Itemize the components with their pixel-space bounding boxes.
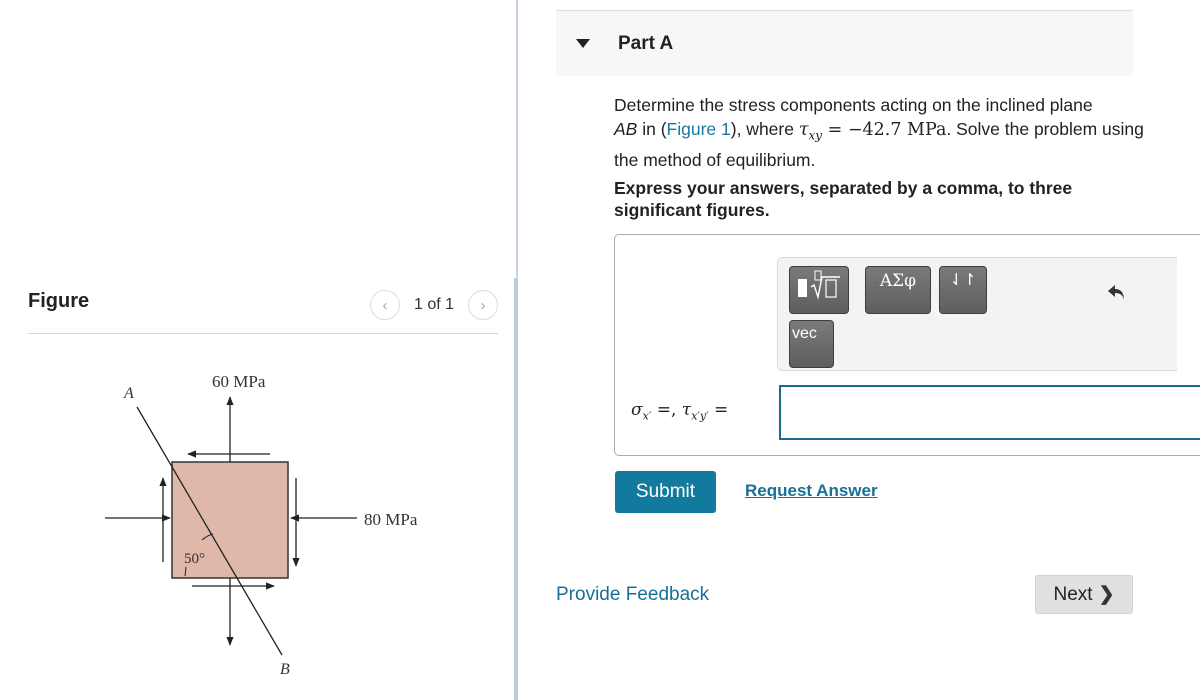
templates-button[interactable] <box>789 266 849 314</box>
stress-element-diagram: A B 60 MPa 80 MPa 50° <box>105 372 418 678</box>
question-fragment: ), where <box>730 119 799 139</box>
tau-subscript: x′y′ <box>691 409 709 423</box>
vertical-stress-label: 60 MPa <box>212 372 266 391</box>
arrows-button[interactable]: ⇃↾ <box>939 266 987 314</box>
tau-symbol: τ <box>798 120 809 140</box>
answer-input[interactable] <box>779 385 1200 440</box>
figure-pager: ‹ 1 of 1 › <box>369 290 498 320</box>
figure-title: Figure <box>28 290 90 312</box>
figure-header: Figure ‹ 1 of 1 › <box>28 288 498 334</box>
request-answer-link[interactable]: Request Answer <box>745 481 878 501</box>
chevron-right-icon: › <box>480 296 486 314</box>
pager-text: 1 of 1 <box>413 296 454 313</box>
chevron-left-icon: ‹ <box>382 296 388 314</box>
angle-label: 50° <box>184 551 205 567</box>
templates-radical-icon <box>798 270 840 300</box>
chevron-right-icon: ❯ <box>1098 584 1115 605</box>
vec-button[interactable]: vec <box>789 320 834 368</box>
label-separator: =, <box>651 400 682 420</box>
next-figure-button[interactable]: › <box>468 290 498 320</box>
sigma-subscript: x′ <box>642 409 652 423</box>
previous-figure-button[interactable]: ‹ <box>369 290 400 320</box>
part-title: Part A <box>618 33 674 54</box>
provide-feedback-link[interactable]: Provide Feedback <box>556 584 709 606</box>
label-equals: = <box>708 400 729 420</box>
answer-label: σx′ =, τx′y′ = <box>631 400 728 422</box>
next-button[interactable]: Next ❯ <box>1035 575 1133 614</box>
part-a-header[interactable]: Part A <box>556 10 1133 76</box>
question-fragment: in ( <box>637 119 667 139</box>
undo-icon[interactable] <box>1106 280 1130 304</box>
answer-box: ΑΣφ ⇃↾ vec σx′ =, τx′y′ = <box>614 234 1200 456</box>
question-text: Determine the stress components acting o… <box>614 93 1144 172</box>
caret-down-icon <box>576 39 590 48</box>
point-a-label: A <box>123 385 134 402</box>
sigma-symbol: σ <box>631 400 643 420</box>
tau-unit: MPa <box>907 120 947 140</box>
panel-resize-handle[interactable] <box>514 278 518 700</box>
plane-name: AB <box>614 119 638 139</box>
tau-symbol: τ <box>681 400 692 420</box>
next-label: Next <box>1053 583 1093 605</box>
math-toolbar: ΑΣφ ⇃↾ vec <box>777 257 1177 371</box>
question-fragment: Determine the stress components acting o… <box>614 95 1093 115</box>
point-b-label: B <box>280 661 290 678</box>
tau-subscript: xy <box>808 128 823 143</box>
greek-symbols-button[interactable]: ΑΣφ <box>865 266 931 314</box>
instruction-text: Express your answers, separated by a com… <box>614 178 1073 220</box>
tau-value: = −42.7 <box>822 120 908 140</box>
submit-button[interactable]: Submit <box>615 471 716 513</box>
panel-divider <box>516 0 518 280</box>
figure-link[interactable]: Figure 1 <box>667 119 731 139</box>
horizontal-stress-label: 80 MPa <box>364 510 418 529</box>
